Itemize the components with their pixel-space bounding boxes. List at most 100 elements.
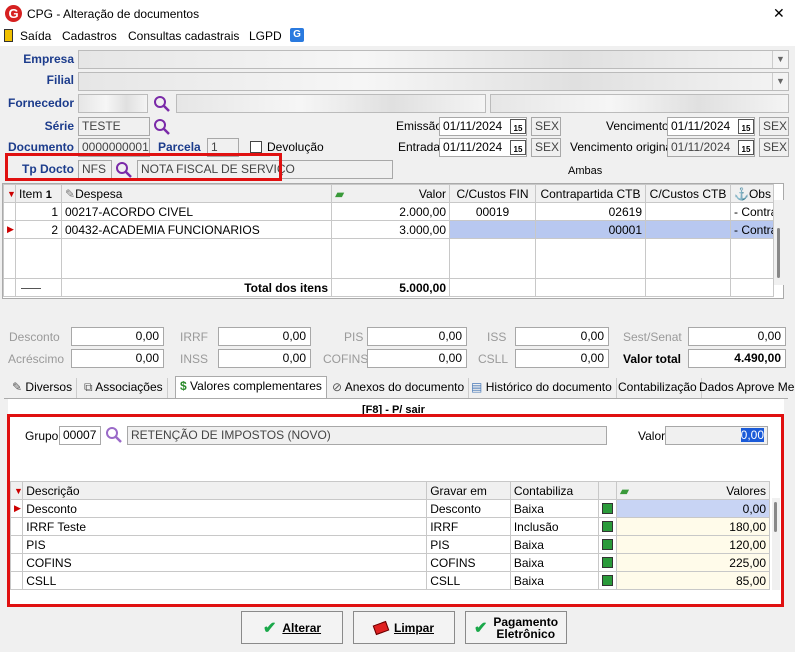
- emissao-dow: SEX: [531, 117, 561, 136]
- empresa-label: Empresa: [23, 52, 74, 66]
- calendar-icon: 15: [738, 140, 754, 155]
- menu-consultas[interactable]: Consultas cadastrais: [128, 29, 239, 44]
- tab-diversos[interactable]: ✎ Diversos: [8, 378, 78, 398]
- irrf-input[interactable]: 0,00: [218, 327, 311, 346]
- pis-input[interactable]: 0,00: [367, 327, 467, 346]
- venc-original-dow: SEX: [759, 138, 789, 157]
- col-contrapartida[interactable]: Contrapartida CTB: [535, 184, 646, 203]
- tab-associacoes[interactable]: ⧉ Associações: [80, 378, 168, 398]
- devolucao-checkbox[interactable]: [250, 141, 262, 153]
- valor-cell: 3.000,00: [331, 220, 450, 239]
- limpar-button[interactable]: Limpar: [353, 611, 455, 644]
- iss-label: ISS: [487, 330, 507, 344]
- csll-label: CSLL: [478, 352, 509, 366]
- app-logo-icon: G: [5, 5, 22, 22]
- calendar-icon[interactable]: 15: [510, 140, 526, 155]
- entrada-dow: SEX: [531, 138, 561, 157]
- chevron-down-icon[interactable]: ▼: [772, 51, 788, 68]
- tab-aprove-me[interactable]: Dados Aprove Me: [695, 378, 795, 398]
- alterar-button[interactable]: ✔ Alterar: [241, 611, 343, 644]
- tab-anexos[interactable]: ⊘ Anexos do documento: [328, 378, 470, 398]
- pagamento-label: Pagamento Eletrônico: [493, 616, 558, 640]
- venc-original-label: Vencimento original: [570, 140, 675, 154]
- chevron-down-icon[interactable]: ▼: [772, 73, 788, 90]
- inss-label: INSS: [180, 352, 209, 366]
- pencil-icon: ✎: [12, 380, 23, 394]
- table-row[interactable]: 1 00217-ACORDO CIVEL 2.000,00 00019 0261…: [3, 202, 774, 221]
- pagamento-line2: Eletrônico: [496, 626, 556, 641]
- calendar-icon[interactable]: 15: [738, 119, 754, 134]
- desconto-input[interactable]: 0,00: [71, 327, 164, 346]
- grid-scroll-dash: [21, 288, 41, 289]
- iss-input[interactable]: 0,00: [515, 327, 609, 346]
- tab-associacoes-label: Associações: [95, 380, 163, 394]
- empresa-select[interactable]: [78, 50, 789, 69]
- col-cc-fin[interactable]: C/Custos FIN: [449, 184, 536, 203]
- eraser-icon: [372, 620, 390, 635]
- items-scrollbar[interactable]: [774, 200, 784, 285]
- col-item[interactable]: Item 1: [15, 184, 62, 203]
- obs-cell: - Contra: [730, 220, 774, 239]
- fornecedor-name: [176, 94, 486, 113]
- valor-total-value: 4.490,00: [688, 349, 786, 368]
- vencimento-label: Vencimento: [606, 119, 669, 133]
- item-cell: 2: [15, 220, 62, 239]
- menu-saida[interactable]: Saída: [20, 29, 51, 44]
- col-obs[interactable]: ⚓Obs: [730, 184, 774, 203]
- pis-label: PIS: [344, 330, 364, 344]
- tab-historico[interactable]: ▤ Histórico do documento: [467, 378, 617, 398]
- despesa-cell: 00432-ACADEMIA FUNCIONARIOS: [61, 220, 332, 239]
- tab-contabilizacao[interactable]: Contabilização: [614, 378, 702, 398]
- sest-input[interactable]: 0,00: [688, 327, 786, 346]
- cc-ctb-cell: [645, 202, 731, 221]
- calendar-icon[interactable]: 15: [510, 119, 526, 134]
- total-label: Total dos itens: [61, 278, 332, 297]
- cc-ctb-cell: [645, 220, 731, 239]
- vencimento-dow: SEX: [759, 117, 789, 136]
- col-valor-label: Valor: [418, 186, 446, 201]
- tab-diversos-label: Diversos: [25, 380, 73, 394]
- col-valor[interactable]: ▰ Valor: [331, 184, 450, 203]
- tab-anexos-label: Anexos do documento: [344, 380, 465, 394]
- tab-valores-complementares[interactable]: $ Valores complementares: [175, 376, 327, 398]
- close-icon[interactable]: ✕: [773, 6, 785, 21]
- search-icon[interactable]: [153, 118, 171, 136]
- menu-lgpd[interactable]: LGPD: [249, 29, 282, 44]
- fornecedor-extra: [490, 94, 789, 113]
- acrescimo-input[interactable]: 0,00: [71, 349, 164, 368]
- cofins-input[interactable]: 0,00: [367, 349, 467, 368]
- fornecedor-code[interactable]: [78, 94, 148, 113]
- row-marker: [3, 202, 16, 221]
- cc-fin-cell: 00019: [449, 202, 536, 221]
- lgpd-icon[interactable]: G: [290, 28, 304, 42]
- irrf-label: IRRF: [180, 330, 208, 344]
- paperclip-icon: ⊘: [332, 380, 343, 394]
- menu-cadastros[interactable]: Cadastros: [62, 29, 117, 44]
- contrapartida-cell: 02619: [535, 202, 646, 221]
- table-row[interactable]: ▶ 2 00432-ACADEMIA FUNCIONARIOS 3.000,00…: [3, 220, 774, 239]
- col-despesa[interactable]: ✎Despesa: [61, 184, 332, 203]
- fornecedor-label: Fornecedor: [7, 96, 74, 110]
- tpdocto-highlight: [5, 153, 282, 181]
- cofins-label: COFINS: [323, 352, 369, 366]
- valor-cell: 2.000,00: [331, 202, 450, 221]
- serie-input[interactable]: TESTE: [78, 117, 150, 136]
- money-icon: $: [180, 379, 187, 393]
- window-title: CPG - Alteração de documentos: [27, 7, 200, 21]
- check-icon: ✔: [473, 619, 488, 637]
- contrapartida-cell: 00001: [535, 220, 646, 239]
- check-icon: ✔: [262, 619, 277, 637]
- pagamento-button[interactable]: ✔ Pagamento Eletrônico: [465, 611, 567, 644]
- col-cc-ctb[interactable]: C/Custos CTB: [645, 184, 731, 203]
- obs-cell: - Contra: [730, 202, 774, 221]
- entrada-label: Entrada: [398, 140, 441, 154]
- search-icon[interactable]: [153, 95, 171, 113]
- total-value: 5.000,00: [331, 278, 450, 297]
- csll-input[interactable]: 0,00: [515, 349, 609, 368]
- inss-input[interactable]: 0,00: [218, 349, 311, 368]
- valor-total-label: Valor total: [623, 352, 682, 366]
- money-icon: ▰: [335, 186, 345, 201]
- exit-icon: [4, 29, 13, 42]
- items-grid[interactable]: ▼ Item 1 ✎Despesa ▰ Valor C/Custos FIN Co…: [2, 183, 784, 299]
- filial-select[interactable]: [78, 72, 789, 91]
